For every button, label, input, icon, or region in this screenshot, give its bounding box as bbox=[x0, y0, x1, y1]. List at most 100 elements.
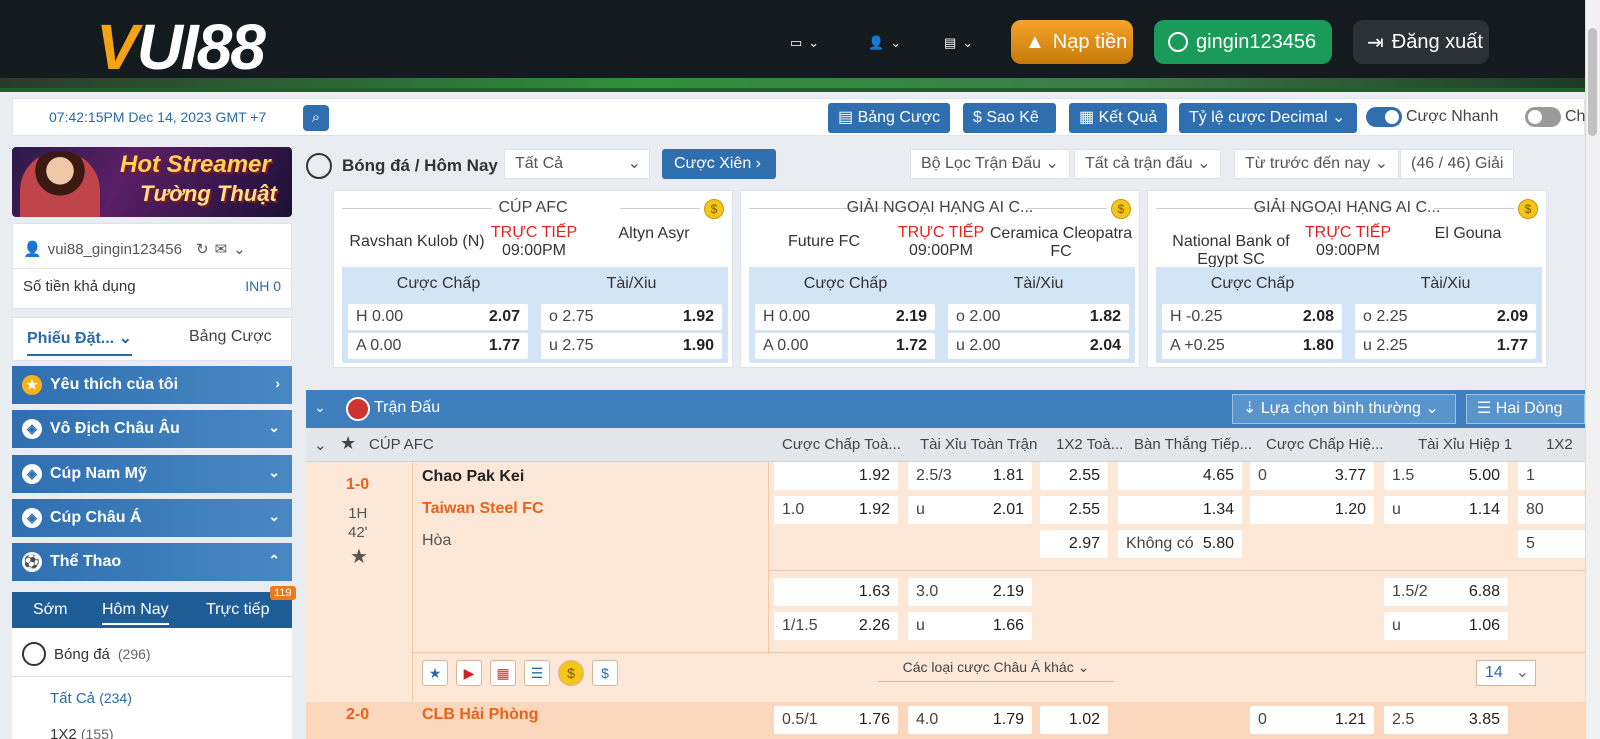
odds-cell[interactable]: 2.5 3.85 bbox=[1384, 706, 1508, 734]
mail-icon[interactable]: ✉ bbox=[215, 240, 228, 258]
star-icon[interactable]: ★ bbox=[350, 544, 368, 569]
wallet-icon[interactable]: ▭ ⌄ bbox=[790, 28, 836, 58]
odds-cell[interactable]: u 1.66 bbox=[908, 612, 1032, 640]
category-euro[interactable]: ◈ Vô Địch Châu Âu ⌄ bbox=[12, 410, 292, 448]
odds-cell[interactable]: u 2.01 bbox=[908, 496, 1032, 524]
filter-all[interactable]: Tất Cả (234) bbox=[50, 690, 132, 707]
odds-cell[interactable]: H 0.00 2.19 bbox=[755, 304, 935, 330]
category-sports[interactable]: ⚽ Thể Thao ⌃ bbox=[12, 543, 292, 581]
odds-cell[interactable]: Không có 5.80 bbox=[1118, 530, 1242, 558]
category-favorites[interactable]: ★ Yêu thích của tôi › bbox=[12, 366, 292, 404]
parlay-button[interactable]: Cược Xiên › bbox=[662, 149, 776, 179]
odds-cell[interactable]: 3.0 2.19 bbox=[908, 578, 1032, 606]
odds-cell[interactable]: 2.55 bbox=[1040, 496, 1108, 524]
two-lines-button[interactable]: ☰ Hai Dòng bbox=[1466, 394, 1585, 424]
league-count-button[interactable]: (46 / 46) Giải bbox=[1400, 149, 1515, 179]
odds-cell[interactable]: 1.34 bbox=[1118, 496, 1242, 524]
collapse-chevron-icon[interactable]: ⌄ bbox=[314, 436, 327, 454]
tab-live[interactable]: Trực tiếp bbox=[206, 601, 269, 619]
odds-cell[interactable]: A +0.25 1.80 bbox=[1162, 333, 1342, 359]
odds-cell[interactable]: 1.02 bbox=[1040, 706, 1108, 734]
col-hdp-h1: Cược Chấp Hiệ... bbox=[1266, 436, 1384, 453]
coin-icon[interactable]: $ bbox=[1111, 199, 1131, 219]
chevron-down-icon[interactable]: ⌄ bbox=[233, 240, 246, 258]
coin-icon[interactable]: $ bbox=[704, 199, 724, 219]
filter-1x2[interactable]: 1X2 (155) bbox=[50, 726, 114, 739]
collapse-chevron-icon[interactable]: ⌄ bbox=[314, 399, 326, 416]
odds-cell[interactable]: H -0.25 2.08 bbox=[1162, 304, 1342, 330]
odds-cell[interactable]: 2.5/3 1.81 bbox=[908, 462, 1032, 490]
more-asian-bets-button[interactable]: Các loại cược Châu Á khác ⌄ bbox=[878, 654, 1114, 682]
odds-cell[interactable]: H 0.00 2.07 bbox=[348, 304, 528, 330]
odds-cell[interactable]: 2.55 bbox=[1040, 462, 1108, 490]
statement-button[interactable]: $ Sao Kê bbox=[963, 103, 1056, 133]
results-button[interactable]: ▦ Kết Quả bbox=[1069, 103, 1167, 133]
odds-cell[interactable]: o 2.00 1.82 bbox=[948, 304, 1129, 330]
odds-cell[interactable]: o 2.25 2.09 bbox=[1355, 304, 1536, 330]
odds-type-select[interactable]: Tỷ lệ cược Decimal ⌄ bbox=[1179, 103, 1357, 133]
odds-cell[interactable]: 0.5/1 1.76 bbox=[774, 706, 898, 734]
account-name: vui88_gingin123456 bbox=[47, 240, 182, 258]
field-stats-icon[interactable]: ▦ bbox=[490, 660, 516, 686]
refresh-icon[interactable]: ↻ bbox=[196, 240, 209, 258]
featured-match-card[interactable]: CÚP AFC $ Ravshan Kulob (N) TRỰC TIẾP 09:00P… bbox=[333, 190, 733, 368]
odds-cell[interactable]: 5 bbox=[1518, 530, 1585, 558]
odds-cell[interactable]: u 2.75 1.90 bbox=[541, 333, 722, 359]
sport-football[interactable]: Bóng đá (296) bbox=[22, 638, 151, 670]
odds-cell[interactable]: 1.5/2 6.88 bbox=[1384, 578, 1508, 606]
odds-cell[interactable]: o 2.75 1.92 bbox=[541, 304, 722, 330]
deposit-button[interactable]: ▲ Nạp tiền bbox=[1011, 20, 1133, 64]
more-count-select[interactable]: 14 ⌄ bbox=[1476, 660, 1536, 686]
odds-cell[interactable]: 4.0 1.79 bbox=[908, 706, 1032, 734]
featured-match-card[interactable]: GIẢI NGOẠI HẠNG AI C... $ Future FC TRỰC TI… bbox=[740, 190, 1140, 368]
odds-cell[interactable]: 0 3.77 bbox=[1250, 462, 1374, 490]
odds-cell[interactable]: u 2.25 1.77 bbox=[1355, 333, 1536, 359]
tab-early[interactable]: Sớm bbox=[33, 601, 68, 619]
odds-cell[interactable]: 1.0 1.92 bbox=[774, 496, 898, 524]
category-asian-cup[interactable]: ◈ Cúp Châu Á ⌄ bbox=[12, 499, 292, 537]
odds-cell[interactable]: 1/1.5 2.26 bbox=[774, 612, 898, 640]
view-choice-select[interactable]: ⇣ Lựa chọn bình thường ⌄ bbox=[1232, 394, 1456, 424]
odds-cell[interactable]: 1.92 bbox=[774, 462, 898, 490]
odds-cell[interactable]: u 2.00 2.04 bbox=[948, 333, 1129, 359]
odds-cell[interactable]: A 0.00 1.72 bbox=[755, 333, 935, 359]
odds-cell[interactable]: A 0.00 1.77 bbox=[348, 333, 528, 359]
logout-button[interactable]: ⇥ Đăng xuất bbox=[1353, 20, 1489, 64]
search-button[interactable]: ⌕ bbox=[303, 105, 329, 131]
bet-slip-board-button[interactable]: ▤ Bảng Cược bbox=[828, 103, 950, 133]
coin-icon[interactable]: $ bbox=[1518, 199, 1538, 219]
odds-cell[interactable]: 1.63 bbox=[774, 578, 898, 606]
quick-bet-toggle[interactable] bbox=[1366, 107, 1402, 127]
odds-cell[interactable]: 0 1.21 bbox=[1250, 706, 1374, 734]
coin-icon[interactable]: $ bbox=[558, 660, 584, 686]
odds-cell[interactable]: 1.5 5.00 bbox=[1384, 462, 1508, 490]
tab-bet-board[interactable]: Bảng Cược bbox=[189, 328, 272, 346]
odds-cell[interactable]: 1 bbox=[1518, 462, 1585, 490]
cash-icon[interactable]: ▤ ⌄ bbox=[944, 28, 990, 58]
odds-cell[interactable]: 2.97 bbox=[1040, 530, 1108, 558]
featured-match-card[interactable]: GIẢI NGOẠI HẠNG AI C... $ National Bank of… bbox=[1147, 190, 1547, 368]
hot-streamer-banner[interactable]: Hot Streamer Tường Thuật bbox=[12, 147, 292, 217]
odds-cell[interactable]: 80 bbox=[1518, 496, 1585, 524]
tab-today[interactable]: Hôm Nay bbox=[102, 601, 169, 625]
scrollbar-thumb[interactable] bbox=[1588, 28, 1597, 136]
star-icon[interactable]: ★ bbox=[340, 433, 356, 454]
user-profile-icon[interactable]: 👤 ⌄ bbox=[868, 28, 914, 58]
category-copa-america[interactable]: ◈ Cúp Nam Mỹ ⌄ bbox=[12, 455, 292, 493]
dollar-icon[interactable]: $ bbox=[592, 660, 618, 686]
username-button[interactable]: gingin123456 bbox=[1154, 20, 1332, 64]
match-filter-select[interactable]: Bộ Lọc Trận Đấu ⌄ bbox=[910, 149, 1070, 179]
second-toggle[interactable] bbox=[1525, 107, 1561, 127]
vui88-logo[interactable]: VUI88 bbox=[96, 10, 266, 84]
favorite-star-icon[interactable]: ★ bbox=[422, 660, 448, 686]
video-play-icon[interactable]: ▶ bbox=[456, 660, 482, 686]
ticket-icon[interactable]: ☰ bbox=[524, 660, 550, 686]
market-filter-select[interactable]: Tất Cả ⌄ bbox=[504, 149, 650, 179]
odds-cell[interactable]: 4.65 bbox=[1118, 462, 1242, 490]
odds-cell[interactable]: u 1.14 bbox=[1384, 496, 1508, 524]
tab-bet-slip[interactable]: Phiếu Đặt... ⌄ bbox=[27, 328, 132, 356]
sort-select[interactable]: Từ trước đến nay ⌄ bbox=[1234, 149, 1400, 179]
odds-cell[interactable]: u 1.06 bbox=[1384, 612, 1508, 640]
odds-cell[interactable]: 1.20 bbox=[1250, 496, 1374, 524]
all-matches-select[interactable]: Tất cả trận đấu ⌄ bbox=[1074, 149, 1222, 179]
